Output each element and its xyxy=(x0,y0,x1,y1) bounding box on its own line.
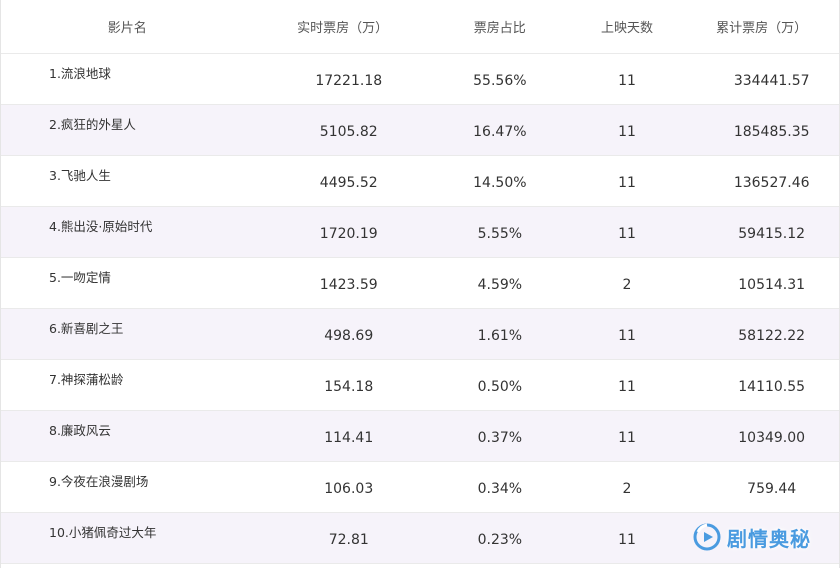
total-box-office: 759.44 xyxy=(747,481,797,497)
realtime-box-office: 114.41 xyxy=(324,430,374,446)
realtime-box-office: 4495.52 xyxy=(319,175,378,191)
film-name: 10.小猪佩奇过大年 xyxy=(49,525,157,540)
total-box-office: 58122.22 xyxy=(738,328,806,344)
total-box-office xyxy=(684,513,839,563)
total-box-office: 10349.00 xyxy=(738,430,806,446)
table-row: 4.熊出没·原始时代 1720.19 5.55% 11 59415.12 xyxy=(1,207,839,258)
header-box-office-share: 票房占比 xyxy=(473,21,526,36)
header-film-name: 影片名 xyxy=(107,21,147,36)
film-name: 5.一吻定情 xyxy=(49,270,111,285)
days-released: 2 xyxy=(622,277,632,293)
realtime-box-office: 1423.59 xyxy=(319,277,378,293)
total-box-office: 10514.31 xyxy=(738,277,806,293)
realtime-box-office: 1720.19 xyxy=(319,226,378,242)
total-box-office: 136527.46 xyxy=(733,175,810,191)
table-row: 10.小猪佩奇过大年 72.81 0.23% 11 xyxy=(1,513,839,564)
film-name: 8.廉政风云 xyxy=(49,423,111,438)
box-office-share: 0.34% xyxy=(477,481,523,497)
days-released: 11 xyxy=(618,175,636,191)
table-row: 2.疯狂的外星人 5105.82 16.47% 11 185485.35 xyxy=(1,105,839,156)
table-row: 9.今夜在浪漫剧场 106.03 0.34% 2 759.44 xyxy=(1,462,839,513)
box-office-share: 0.50% xyxy=(477,379,523,395)
total-box-office: 59415.12 xyxy=(738,226,806,242)
table-row: 3.飞驰人生 4495.52 14.50% 11 136527.46 xyxy=(1,156,839,207)
days-released: 11 xyxy=(618,532,636,548)
film-name: 1.流浪地球 xyxy=(49,66,111,81)
film-name: 9.今夜在浪漫剧场 xyxy=(49,474,149,489)
table-row: 6.新喜剧之王 498.69 1.61% 11 58122.22 xyxy=(1,309,839,360)
realtime-box-office: 5105.82 xyxy=(319,124,378,140)
total-box-office: 185485.35 xyxy=(733,124,810,140)
header-realtime-box-office: 实时票房（万） xyxy=(297,21,389,36)
days-released: 11 xyxy=(618,430,636,446)
film-name: 7.神探蒲松龄 xyxy=(49,372,124,387)
film-name: 4.熊出没·原始时代 xyxy=(49,219,153,234)
film-name: 3.飞驰人生 xyxy=(49,168,111,183)
days-released: 2 xyxy=(622,481,632,497)
days-released: 11 xyxy=(618,226,636,242)
realtime-box-office: 106.03 xyxy=(324,481,374,497)
days-released: 11 xyxy=(618,124,636,140)
total-box-office: 14110.55 xyxy=(738,379,806,395)
table-row: 5.一吻定情 1423.59 4.59% 2 10514.31 xyxy=(1,258,839,309)
total-box-office: 334441.57 xyxy=(733,73,810,89)
realtime-box-office: 154.18 xyxy=(324,379,374,395)
table-row: 8.廉政风云 114.41 0.37% 11 10349.00 xyxy=(1,411,839,462)
header-total-box-office: 累计票房（万） xyxy=(716,21,808,36)
table-header-row: 影片名 实时票房（万） 票房占比 上映天数 累计票房（万） xyxy=(1,0,839,54)
table-row: 1.流浪地球 17221.18 55.56% 11 334441.57 xyxy=(1,54,839,105)
box-office-share: 55.56% xyxy=(473,73,527,89)
box-office-share: 16.47% xyxy=(473,124,527,140)
days-released: 11 xyxy=(618,73,636,89)
box-office-share: 14.50% xyxy=(473,175,527,191)
days-released: 11 xyxy=(618,379,636,395)
days-released: 11 xyxy=(618,328,636,344)
box-office-share: 0.23% xyxy=(477,532,523,548)
box-office-share: 5.55% xyxy=(477,226,523,242)
realtime-box-office: 72.81 xyxy=(328,532,369,548)
box-office-share: 0.37% xyxy=(477,430,523,446)
film-name: 6.新喜剧之王 xyxy=(49,321,124,336)
box-office-table: 影片名 实时票房（万） 票房占比 上映天数 累计票房（万） 1.流浪地球 172… xyxy=(0,0,840,568)
film-name: 2.疯狂的外星人 xyxy=(49,117,136,132)
realtime-box-office: 498.69 xyxy=(324,328,374,344)
table-row: 7.神探蒲松龄 154.18 0.50% 11 14110.55 xyxy=(1,360,839,411)
realtime-box-office: 17221.18 xyxy=(315,73,383,89)
box-office-share: 1.61% xyxy=(477,328,523,344)
box-office-share: 4.59% xyxy=(477,277,523,293)
header-days-released: 上映天数 xyxy=(600,21,653,36)
